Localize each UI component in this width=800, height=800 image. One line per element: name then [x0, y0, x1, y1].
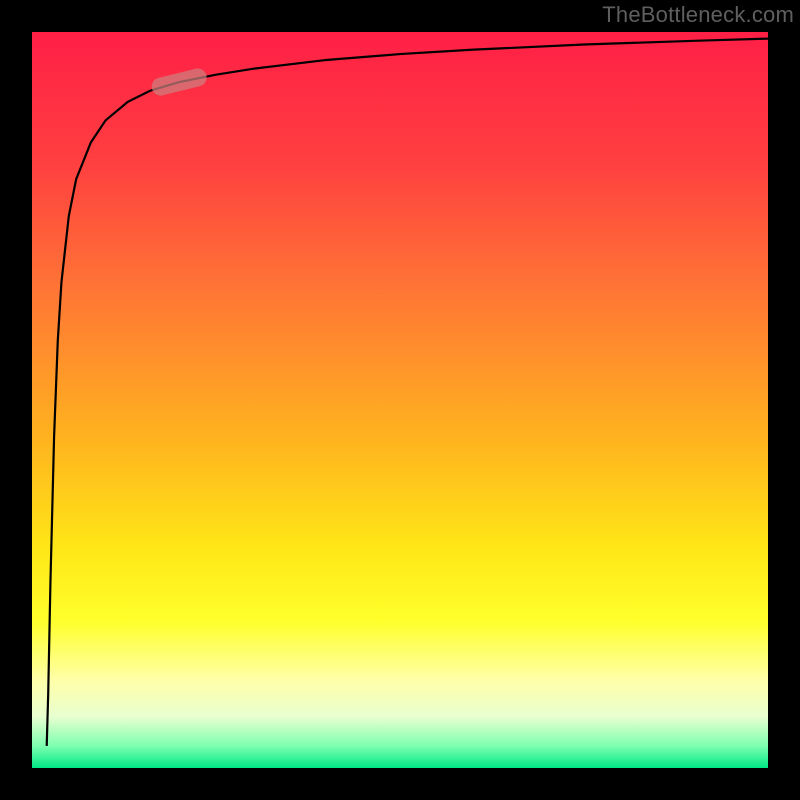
bottleneck-curve: [47, 39, 768, 746]
plot-area: [32, 32, 768, 768]
highlight-marker: [150, 67, 209, 98]
watermark-label: TheBottleneck.com: [602, 2, 794, 28]
chart-stage: TheBottleneck.com: [0, 0, 800, 800]
frame-border-bottom: [0, 768, 800, 800]
plot-svg: [32, 32, 768, 768]
frame-border-left: [0, 0, 32, 800]
frame-border-right: [768, 0, 800, 800]
